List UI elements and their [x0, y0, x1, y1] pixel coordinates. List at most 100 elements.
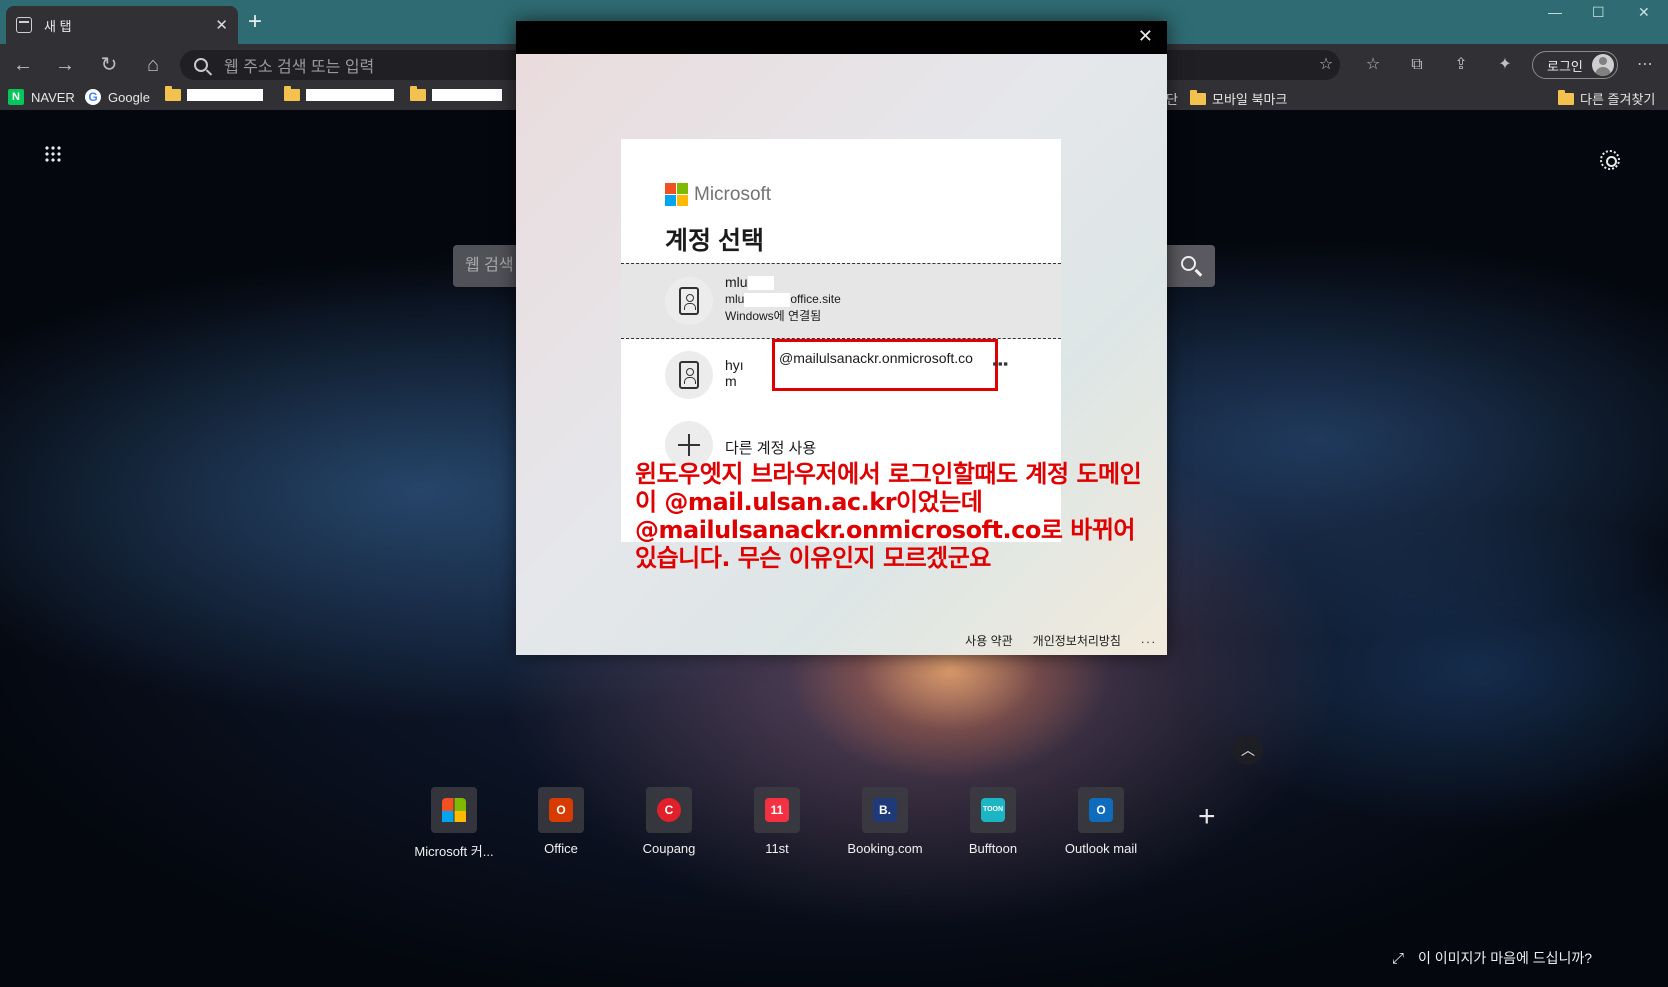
- quick-link-tile: O: [538, 787, 584, 833]
- minimize-button[interactable]: —: [1548, 4, 1562, 20]
- account-1-email-end: office.site: [790, 292, 841, 306]
- redacted-label: [306, 89, 394, 101]
- close-icon[interactable]: ✕: [1138, 26, 1153, 47]
- profile-login-button[interactable]: 로그인: [1532, 51, 1618, 79]
- bookmark-label: NAVER: [31, 89, 75, 105]
- quick-link-tile: [431, 787, 477, 833]
- privacy-link[interactable]: 개인정보처리방침: [1033, 632, 1121, 649]
- redacted-label: [187, 89, 263, 101]
- quick-link-outlook[interactable]: O Outlook mail: [1051, 787, 1151, 856]
- folder-icon: [1190, 89, 1206, 105]
- quick-link-booking[interactable]: B. Booking.com: [835, 787, 935, 856]
- red-annotation-text: 윈도우엣지 브라우저에서 로그인할때도 계정 도메인이 @mail.ulsan.…: [635, 460, 1142, 572]
- bookmark-folder-redacted-3[interactable]: [410, 86, 502, 101]
- highlighted-account-email: @mailulsanackr.onmicrosoft.co: [772, 339, 998, 391]
- bookmark-label: 다른 즐겨찾기: [1580, 92, 1656, 107]
- chevron-up-icon[interactable]: ︿: [1233, 735, 1263, 765]
- new-tab-page-icon: [16, 17, 32, 33]
- redacted-mask: [744, 292, 791, 307]
- brand-name: Microsoft: [694, 183, 772, 205]
- quick-link-microsoft[interactable]: Microsoft 커...: [404, 787, 504, 860]
- bookmark-naver[interactable]: N NAVER: [8, 89, 75, 105]
- avatar: [1592, 54, 1614, 76]
- folder-icon: [165, 86, 181, 101]
- search-icon: [194, 58, 208, 72]
- microsoft-logo-icon: [665, 183, 688, 206]
- dialog-titlebar: ✕: [516, 21, 1167, 54]
- tab-new-tab[interactable]: 새 탭 ✕: [6, 6, 238, 44]
- add-favorite-icon[interactable]: ☆: [1315, 54, 1337, 76]
- gear-icon[interactable]: [1600, 150, 1620, 170]
- badge-icon: [679, 287, 699, 315]
- quick-link-11st[interactable]: 11 11st: [727, 787, 827, 856]
- quick-link-label: Bufftoon: [968, 841, 1018, 856]
- bookmark-label: Google: [108, 89, 150, 105]
- quick-link-tile: TOON: [970, 787, 1016, 833]
- quick-link-label: Microsoft 커...: [414, 844, 494, 859]
- quick-link-tile: O: [1078, 787, 1124, 833]
- account-1-name: mlu: [725, 274, 748, 290]
- bookmark-google[interactable]: G Google: [85, 89, 150, 105]
- forward-arrow-icon[interactable]: →: [52, 52, 78, 78]
- bookmark-label: 단: [1166, 92, 1178, 107]
- bufftoon-logo-icon: TOON: [981, 798, 1005, 822]
- add-quick-link-button[interactable]: +: [1198, 800, 1216, 834]
- quick-link-label: Coupang: [642, 841, 696, 856]
- redacted-mask: [747, 276, 774, 291]
- settings-more-icon[interactable]: ⋯: [1634, 54, 1656, 76]
- maximize-button[interactable]: ☐: [1592, 4, 1605, 21]
- footer-more-button[interactable]: ...: [1141, 632, 1157, 649]
- folder-icon: [1558, 89, 1574, 105]
- bookmark-folder-redacted-1[interactable]: [165, 86, 263, 101]
- share-icon[interactable]: ⇪: [1450, 54, 1472, 76]
- microsoft-logo-icon: [442, 798, 466, 822]
- bookmark-other-folder[interactable]: 다른 즐겨찾기: [1558, 89, 1655, 108]
- web-search-button[interactable]: [1168, 245, 1215, 287]
- account-tile-1[interactable]: mlu mlu office.site Windows에 연결됨: [621, 263, 1061, 339]
- use-another-account-link[interactable]: 다른 계정 사용: [725, 437, 816, 458]
- quick-link-tile: 11: [754, 787, 800, 833]
- back-arrow-icon[interactable]: ←: [10, 52, 36, 78]
- quick-link-label: 11st: [765, 841, 789, 856]
- app-launcher-icon[interactable]: [44, 145, 62, 163]
- google-icon: G: [85, 89, 101, 105]
- dialog-footer: 사용 약관 개인정보처리방침 ...: [965, 632, 1157, 649]
- tab-close-icon[interactable]: ✕: [215, 16, 228, 34]
- office-logo-icon: O: [549, 798, 573, 822]
- outlook-logo-icon: O: [1089, 798, 1113, 822]
- new-tab-button[interactable]: +: [248, 10, 262, 34]
- search-icon: [1181, 256, 1196, 271]
- expand-icon: ⤢: [1392, 949, 1405, 967]
- bookmark-mobile-folder[interactable]: 모바일 북마크: [1190, 89, 1287, 108]
- window-close-button[interactable]: ✕: [1638, 4, 1650, 21]
- quick-link-bufftoon[interactable]: TOON Bufftoon: [943, 787, 1043, 856]
- quick-link-label: Outlook mail: [1064, 841, 1138, 856]
- quick-link-tile: B.: [862, 787, 908, 833]
- redacted-label: [432, 89, 502, 101]
- tab-title: 새 탭: [44, 18, 72, 34]
- folder-icon: [284, 86, 300, 101]
- account-2-name[interactable]: hyı m: [725, 357, 744, 389]
- booking-logo-icon: B.: [873, 798, 897, 822]
- account-1-status: Windows에 연결됨: [725, 309, 822, 323]
- account-avatar[interactable]: [665, 351, 713, 399]
- extensions-icon[interactable]: ✦: [1494, 54, 1516, 76]
- quick-link-coupang[interactable]: C Coupang: [619, 787, 719, 856]
- account-1-details: mlu mlu office.site Windows에 연결됨: [725, 274, 841, 325]
- feedback-text: 이 이미지가 마음에 드십니까?: [1418, 950, 1593, 966]
- terms-link[interactable]: 사용 약관: [965, 632, 1013, 649]
- account-1-email-start: mlu: [725, 292, 745, 306]
- address-placeholder: 웹 주소 검색 또는 입력: [224, 59, 375, 76]
- naver-icon: N: [8, 89, 24, 105]
- quick-link-office[interactable]: O Office: [511, 787, 611, 856]
- quick-link-label: Booking.com: [847, 841, 923, 856]
- refresh-icon[interactable]: ↻: [96, 52, 122, 78]
- image-feedback-link[interactable]: ⤢ 이 이미지가 마음에 드십니까?: [1392, 948, 1592, 968]
- home-icon[interactable]: ⌂: [140, 52, 166, 78]
- account-2-name-line1: hyı: [725, 357, 744, 373]
- account-options-icon[interactable]: ⋮: [990, 355, 1010, 373]
- collections-icon[interactable]: ⧉: [1406, 54, 1428, 76]
- favorites-icon[interactable]: ☆: [1362, 54, 1384, 76]
- bookmark-partial[interactable]: 단: [1166, 89, 1178, 108]
- bookmark-folder-redacted-2[interactable]: [284, 86, 394, 101]
